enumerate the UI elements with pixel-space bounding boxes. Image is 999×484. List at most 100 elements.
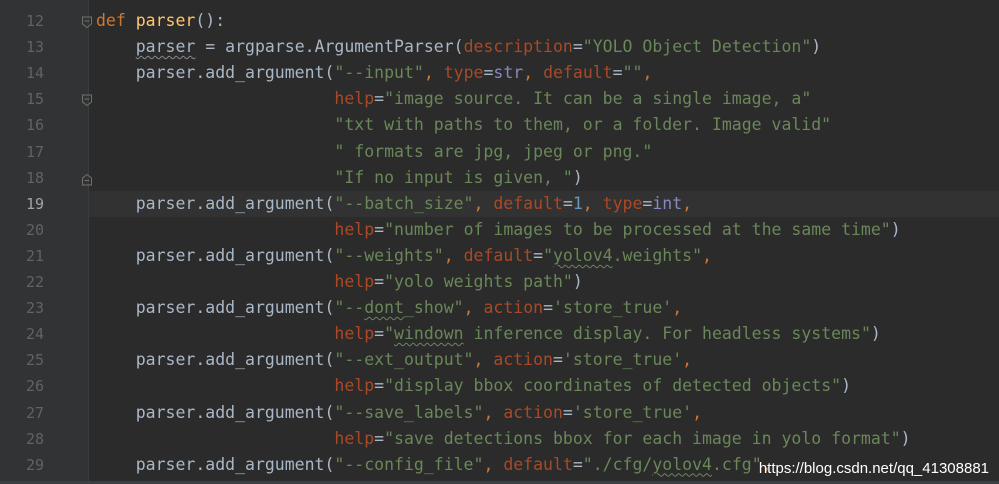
code-token: .weights" [612,245,703,265]
line-number[interactable]: 22 [0,269,44,295]
code-text[interactable]: parser.add_argument("--ext_output", acti… [96,347,692,373]
code-line[interactable]: 23 parser.add_argument("--dont_show", ac… [0,295,999,321]
line-number[interactable]: 28 [0,426,44,452]
code-token: windown [394,324,464,344]
code-token: = [374,428,385,448]
code-line[interactable]: 28 help="save detections bbox for each i… [0,426,999,452]
code-text[interactable]: "txt with paths to them, or a folder. Im… [96,112,831,138]
fold-marker-icon[interactable] [81,171,93,186]
line-number[interactable]: 20 [0,217,44,243]
code-token: "number of images to be processed at the… [384,219,891,239]
code-text[interactable]: help="save detections bbox for each imag… [96,426,910,452]
code-token: = [483,63,494,83]
code-line[interactable]: 13 parser = argparse.ArgumentParser(desc… [0,34,999,60]
code-line[interactable]: 15 help="image source. It can be a singl… [0,86,999,112]
code-line[interactable]: 14 parser.add_argument("--input", type=s… [0,60,999,86]
code-text[interactable]: parser.add_argument("--input", type=str,… [96,60,653,86]
code-token: , [642,63,653,83]
code-token: "" [622,63,643,83]
fold-marker-icon[interactable] [81,92,93,107]
code-line[interactable]: 21 parser.add_argument("--weights", defa… [0,243,999,269]
code-text[interactable]: parser.add_argument("--batch_size", defa… [96,191,692,217]
code-text[interactable]: " formats are jpg, jpeg or png." [96,139,652,165]
code-text[interactable]: def parser(): [96,8,225,34]
line-number[interactable]: 15 [0,86,44,112]
code-text[interactable]: parser.add_argument("--dont_show", actio… [96,295,682,321]
code-text[interactable]: help="display bbox coordinates of detect… [96,373,851,399]
code-token: ) [572,272,583,291]
code-token: , [523,63,544,83]
code-text[interactable]: help="yolo weights path") [96,269,583,295]
code-editor[interactable]: 12 def parser(): 13 parser = argparse.Argu… [0,0,999,484]
code-text[interactable]: help="number of images to be processed a… [96,217,900,243]
code-token: = [374,324,385,344]
line-number[interactable]: 13 [0,34,44,60]
code-line[interactable]: 18 "If no input is given, ") [0,165,999,191]
code-line[interactable]: 16 "txt with paths to them, or a folder.… [0,112,999,138]
line-number[interactable]: 29 [0,452,44,478]
code-token: , [702,245,712,265]
line-number[interactable]: 12 [0,8,44,34]
line-number[interactable]: 17 [0,139,44,165]
code-line[interactable]: 20 help="number of images to be processe… [0,217,999,243]
fold-marker-icon[interactable] [81,14,93,29]
code-token: parser.add_argument( [96,245,335,265]
code-text[interactable]: parser.add_argument("--config_file", def… [96,452,772,478]
code-token: " [543,245,553,265]
code-text[interactable]: parser = argparse.ArgumentParser(descrip… [96,34,821,60]
code-token: type [602,193,643,213]
code-token: ) [870,324,881,344]
line-number[interactable]: 26 [0,373,44,399]
code-token: = [572,454,583,474]
code-token: 'store_true' [572,402,693,422]
code-token: , [473,193,494,213]
code-text[interactable]: help="image source. It can be a single i… [96,86,811,112]
code-token: "yolo weights path" [384,272,573,291]
line-number[interactable]: 18 [0,165,44,191]
code-text[interactable]: "If no input is given, ") [96,165,582,191]
code-token: , [473,350,494,370]
line-number[interactable]: 19 [0,191,44,217]
code-line[interactable]: 25 parser.add_argument("--ext_output", a… [0,347,999,373]
code-token: help [334,324,375,344]
code-line[interactable]: 22 help="yolo weights path") [0,269,999,295]
code-text[interactable]: parser.add_argument("--save_labels", act… [96,400,702,426]
code-token: , [672,298,683,318]
code-token: "--input" [334,63,424,83]
line-number[interactable]: 23 [0,295,44,321]
line-number[interactable]: 24 [0,321,44,347]
code-token: "./cfg/ [582,454,653,474]
code-token: "txt with paths to them, or a folder. Im… [334,115,832,135]
code-token: "--save_labels" [334,402,484,422]
line-number[interactable]: 16 [0,112,44,138]
code-line[interactable]: 24 help="windown inference display. For … [0,321,999,347]
code-token: default [493,193,563,213]
code-token: help [334,219,375,239]
code-line[interactable]: 17 " formats are jpg, jpeg or png." [0,139,999,165]
code-token: , [483,402,504,422]
line-number[interactable]: 14 [0,60,44,86]
code-token: , [682,193,693,213]
code-token: default [503,454,573,474]
line-number[interactable]: 21 [0,243,44,269]
code-token: = [562,402,573,422]
code-token: parser.add_argument( [96,63,335,83]
code-text[interactable]: help="windown inference display. For hea… [96,321,881,347]
code-token: = argparse.ArgumentParser( [195,37,464,57]
code-line[interactable]: 19 parser.add_argument("--batch_size", d… [0,190,999,217]
code-token: "-- [334,298,365,318]
watermark-text: https://blog.csdn.net/qq_41308881 [758,460,989,477]
code-line[interactable]: 26 help="display bbox coordinates of det… [0,373,999,399]
code-text[interactable]: parser.add_argument("--weights", default… [96,243,712,269]
line-number[interactable]: 25 [0,347,44,373]
line-number[interactable]: 27 [0,400,44,426]
code-line[interactable]: 12 def parser(): [0,8,999,34]
code-line[interactable]: 27 parser.add_argument("--save_labels", … [0,400,999,426]
code-token: = [552,350,563,370]
code-token: parser [135,11,196,30]
code-token: = [374,219,385,239]
